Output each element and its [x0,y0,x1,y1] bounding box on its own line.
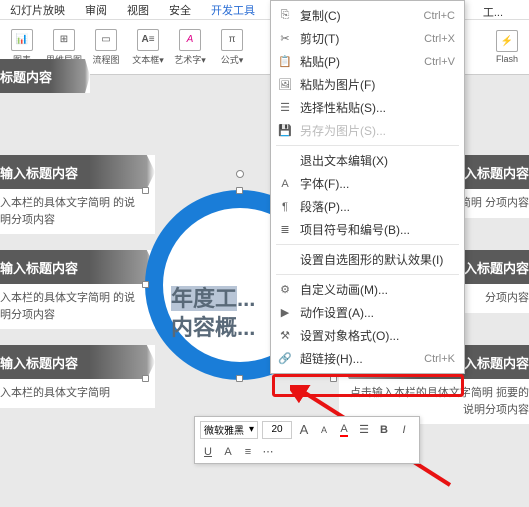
menu-security[interactable]: 安全 [159,0,201,19]
italic-button[interactable]: I [396,422,412,438]
center-text[interactable]: 年度工... 内容概... [171,285,255,342]
rotate-handle[interactable] [236,170,244,178]
bullets-icon: ≣ [278,223,292,236]
search-text: 工... [473,2,513,22]
save-image-icon: 💾 [278,124,292,137]
flash-button[interactable]: ⚡Flash [489,22,525,72]
menu-hyperlink[interactable]: 🔗超链接(H)...Ctrl+K [272,347,463,370]
left-box1-header: 输入标题内容 [0,155,155,189]
center-line2: 内容概 [171,315,237,340]
more-button[interactable]: ⋯ [260,444,276,460]
title-header: 标题内容 [0,59,90,93]
resize-handle-se[interactable] [330,375,337,382]
paragraph-icon: ¶ [278,201,292,213]
resize-handle-nw[interactable] [142,187,149,194]
chart-icon: 📊 [11,29,33,51]
wordart-icon: A [179,29,201,51]
paste-special-icon: ☰ [278,101,292,114]
menu-paste[interactable]: 📋粘贴(P)Ctrl+V [272,50,463,73]
animation-icon: ⚙ [278,283,292,296]
copy-icon: ⎘ [278,9,292,22]
menu-copy[interactable]: ⎘复制(C)Ctrl+C [272,4,463,27]
menu-shape-default[interactable]: 设置自选图形的默认效果(I) [272,248,463,271]
decrease-font-button[interactable]: A [316,422,332,438]
textbox-icon: A≡ [137,29,159,51]
left-box1-text: 入本栏的具体文字简明 的说明分项内容 [0,189,155,234]
flowchart-icon: ▭ [95,29,117,51]
menu-object-format[interactable]: ⚒设置对象格式(O)... [272,324,463,347]
resize-handle-s[interactable] [236,375,243,382]
menu-view[interactable]: 视图 [117,0,159,19]
format-icon: ⚒ [278,329,292,342]
menu-paste-as-image[interactable]: 🖼粘贴为图片(F) [272,73,463,96]
menu-separator [276,244,459,245]
formula-button[interactable]: π公式▾ [214,22,250,72]
slide-canvas: 标题内容 输入标题内容 入本栏的具体文字简明 的说明分项内容 输入标题内容 入本… [0,75,529,507]
menu-custom-animation[interactable]: ⚙自定义动画(M)... [272,278,463,301]
left-box3-header: 输入标题内容 [0,345,155,379]
left-box2-header: 输入标题内容 [0,250,155,284]
menu-separator [276,274,459,275]
chevron-down-icon: ▾ [249,424,254,435]
bold-button[interactable]: B [376,422,392,438]
formula-icon: π [221,29,243,51]
underline-button[interactable]: U [200,444,216,460]
flowchart-button[interactable]: ▭流程图 [88,22,124,72]
menu-save-as-image: 💾另存为图片(S)... [272,119,463,142]
font-size-select[interactable]: 20 [262,421,292,439]
textbox-button[interactable]: A≡文本框▾ [130,22,166,72]
menu-devtools[interactable]: 开发工具 [201,0,265,19]
wordart-button[interactable]: A艺术字▾ [172,22,208,72]
font-family-select[interactable]: 微软雅黑▾ [200,421,258,439]
action-icon: ▶ [278,306,292,319]
context-menu: ⎘复制(C)Ctrl+C ✂剪切(T)Ctrl+X 📋粘贴(P)Ctrl+V 🖼… [270,0,465,374]
mindmap-icon: ⊞ [53,29,75,51]
menu-exit-text-edit[interactable]: 退出文本编辑(X) [272,149,463,172]
menu-cut[interactable]: ✂剪切(T)Ctrl+X [272,27,463,50]
cut-icon: ✂ [278,32,292,45]
bullets-button[interactable]: ☰ [356,422,372,438]
highlight-button[interactable]: A [220,444,236,460]
resize-handle-w[interactable] [142,281,149,288]
menu-review[interactable]: 审阅 [75,0,117,19]
menu-font[interactable]: A字体(F)... [272,172,463,195]
center-line1: 年度工 [171,286,237,311]
resize-handle-sw[interactable] [142,375,149,382]
flash-icon: ⚡ [496,30,518,52]
left-box2-text: 入本栏的具体文字简明 的说明分项内容 [0,284,155,329]
paste-icon: 📋 [278,55,292,68]
menu-paragraph[interactable]: ¶段落(P)... [272,195,463,218]
menu-bullets[interactable]: ≣项目符号和编号(B)... [272,218,463,241]
resize-handle-n[interactable] [236,187,243,194]
left-box3-text: 入本栏的具体文字简明 [0,379,155,408]
increase-font-button[interactable]: A [296,422,312,438]
mini-toolbar: 微软雅黑▾ 20 A A A ☰ B I U A ≡ ⋯ [194,416,420,464]
align-button[interactable]: ≡ [240,444,256,460]
menu-slideshow[interactable]: 幻灯片放映 [0,0,75,19]
menu-separator [276,145,459,146]
menu-action-settings[interactable]: ▶动作设置(A)... [272,301,463,324]
font-color-button[interactable]: A [336,422,352,438]
menu-paste-special[interactable]: ☰选择性粘贴(S)... [272,96,463,119]
hyperlink-icon: 🔗 [278,352,292,365]
paste-image-icon: 🖼 [278,78,292,91]
font-icon: A [278,178,292,190]
